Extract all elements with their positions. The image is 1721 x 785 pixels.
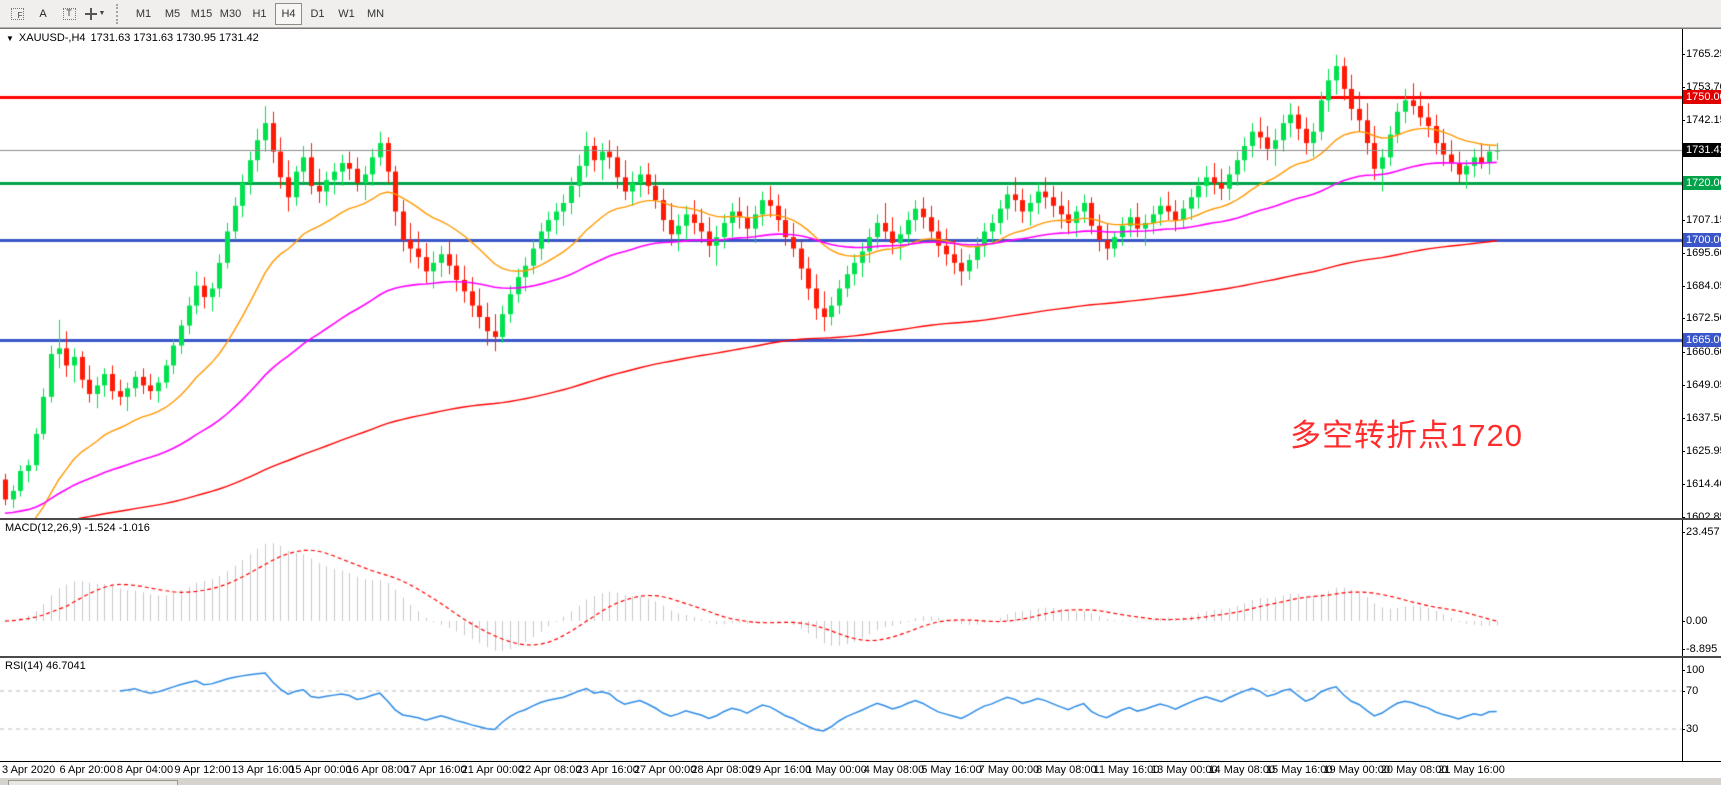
chart-window: ▼ XAUUSD-,H4 1731.63 1731.63 1730.95 173… — [0, 28, 1721, 777]
macd-label: MACD(12,26,9) -1.524 -1.016 — [5, 522, 150, 534]
macd-axis[interactable]: 23.457 0.00 -8.895 — [1682, 520, 1721, 656]
toolbar-grip[interactable] — [116, 4, 123, 24]
text-label-icon[interactable]: T — [57, 3, 81, 25]
letter-a-icon: A — [39, 8, 46, 20]
timeframe-m15[interactable]: M15 — [188, 3, 215, 25]
dotted-box-icon: F — [11, 8, 24, 20]
rsi-tick: 100 — [1686, 664, 1704, 676]
macd-canvas[interactable] — [0, 520, 1682, 656]
time-tick-label: 27 Apr 00:00 — [634, 764, 696, 776]
rsi-tick: 70 — [1686, 685, 1698, 697]
macd-pane: MACD(12,26,9) -1.524 -1.016 — [0, 520, 1682, 656]
price-level-badge: 1665.00 — [1683, 333, 1721, 347]
timeframe-w1[interactable]: W1 — [333, 3, 360, 25]
timeframe-d1[interactable]: D1 — [304, 3, 331, 25]
rsi-pane: RSI(14) 46.7041 — [0, 658, 1682, 761]
price-tick: 1684.05 — [1686, 280, 1721, 292]
time-tick-label: 21 May 16:00 — [1438, 764, 1505, 776]
time-tick-label: 6 Apr 20:00 — [59, 764, 115, 776]
price-tick: 1707.15 — [1686, 214, 1721, 226]
crosshair-icon — [85, 8, 97, 20]
time-tick-label: 3 Apr 2020 — [2, 764, 55, 776]
status-strip — [0, 777, 1721, 785]
price-level-badge: 1700.00 — [1683, 233, 1721, 247]
price-tick: 1742.15 — [1686, 114, 1721, 126]
time-tick-label: 4 May 08:00 — [864, 764, 925, 776]
rsi-canvas[interactable] — [0, 658, 1682, 761]
time-tick-label: 1 May 00:00 — [806, 764, 867, 776]
letter-t-icon: T — [63, 8, 76, 20]
price-tick: 1672.50 — [1686, 312, 1721, 324]
timeframe-h4[interactable]: H4 — [275, 3, 302, 25]
price-tick: 1649.05 — [1686, 379, 1721, 391]
macd-tick: 0.00 — [1686, 615, 1707, 627]
collapse-triangle-icon[interactable]: ▼ — [6, 34, 14, 43]
expert-f-icon[interactable]: F — [5, 3, 29, 25]
timeframe-m30[interactable]: M30 — [217, 3, 244, 25]
symbol-title: ▼ XAUUSD-,H4 1731.63 1731.63 1730.95 173… — [6, 32, 259, 44]
axis-corner — [1682, 762, 1721, 778]
chevron-down-icon: ▼ — [99, 10, 106, 17]
time-tick-label: 16 Apr 08:00 — [347, 764, 409, 776]
time-tick-label: 8 Apr 04:00 — [117, 764, 173, 776]
time-tick-label: 28 Apr 08:00 — [691, 764, 753, 776]
time-tick-label: 7 May 00:00 — [979, 764, 1040, 776]
macd-tick: 23.457 — [1686, 526, 1720, 538]
price-tick: 1614.40 — [1686, 478, 1721, 490]
time-tick-label: 9 Apr 12:00 — [174, 764, 230, 776]
text-a-icon[interactable]: A — [31, 3, 55, 25]
price-tick: 1637.50 — [1686, 412, 1721, 424]
status-strip-inset — [8, 780, 178, 785]
time-tick-label: 17 Apr 16:00 — [404, 764, 466, 776]
timeframe-h1[interactable]: H1 — [246, 3, 273, 25]
timeframe-m5[interactable]: M5 — [159, 3, 186, 25]
rsi-tick: 30 — [1686, 723, 1698, 735]
toolbar: F A T ▼ M1M5M15M30H1H4D1W1MN — [0, 0, 1721, 28]
time-tick-label: 29 Apr 16:00 — [749, 764, 811, 776]
timeframe-group: M1M5M15M30H1H4D1W1MN — [129, 3, 390, 25]
time-tick-label: 23 Apr 16:00 — [577, 764, 639, 776]
symbol-ohlc: 1731.63 1731.63 1730.95 1731.42 — [91, 32, 259, 44]
time-tick-label: 15 Apr 00:00 — [289, 764, 351, 776]
timeframe-m1[interactable]: M1 — [130, 3, 157, 25]
cursor-mode-button[interactable]: ▼ — [83, 3, 107, 25]
rsi-axis[interactable]: 100 70 30 — [1682, 658, 1721, 761]
timeframe-mn[interactable]: MN — [362, 3, 389, 25]
price-axis[interactable]: 1765.251753.701742.151707.151695.601684.… — [1682, 29, 1721, 518]
price-level-badge: 1720.00 — [1683, 176, 1721, 190]
price-level-badge: 1750.00 — [1683, 90, 1721, 104]
rsi-row: RSI(14) 46.7041 100 70 30 — [0, 656, 1721, 761]
time-axis-row[interactable]: 3 Apr 2020 6 Apr 20:008 Apr 04:009 Apr 12… — [0, 761, 1721, 778]
time-tick-label: 11 May 16:00 — [1094, 764, 1160, 776]
time-tick-label: 13 Apr 16:00 — [232, 764, 294, 776]
price-level-badge: 1731.42 — [1683, 143, 1721, 157]
price-tick: 1660.60 — [1686, 346, 1721, 358]
price-tick: 1695.60 — [1686, 247, 1721, 259]
time-tick-label: 5 May 16:00 — [921, 764, 982, 776]
macd-tick: -8.895 — [1686, 643, 1717, 655]
macd-row: MACD(12,26,9) -1.524 -1.016 23.457 0.00 -8… — [0, 518, 1721, 656]
time-tick-label: 21 Apr 00:00 — [462, 764, 524, 776]
annotation-text: 多空转折点1720 — [1290, 410, 1523, 455]
time-tick-label: 8 May 08:00 — [1036, 764, 1097, 776]
symbol-name: XAUUSD-,H4 — [19, 32, 86, 44]
rsi-label: RSI(14) 46.7041 — [5, 660, 86, 672]
time-labels: 3 Apr 2020 6 Apr 20:008 Apr 04:009 Apr 12… — [0, 762, 1682, 778]
time-tick-label: 22 Apr 08:00 — [519, 764, 581, 776]
main-pane: ▼ XAUUSD-,H4 1731.63 1731.63 1730.95 173… — [0, 29, 1682, 518]
main-price-row: ▼ XAUUSD-,H4 1731.63 1731.63 1730.95 173… — [0, 29, 1721, 518]
price-tick: 1765.25 — [1686, 48, 1721, 60]
price-tick: 1625.95 — [1686, 445, 1721, 457]
